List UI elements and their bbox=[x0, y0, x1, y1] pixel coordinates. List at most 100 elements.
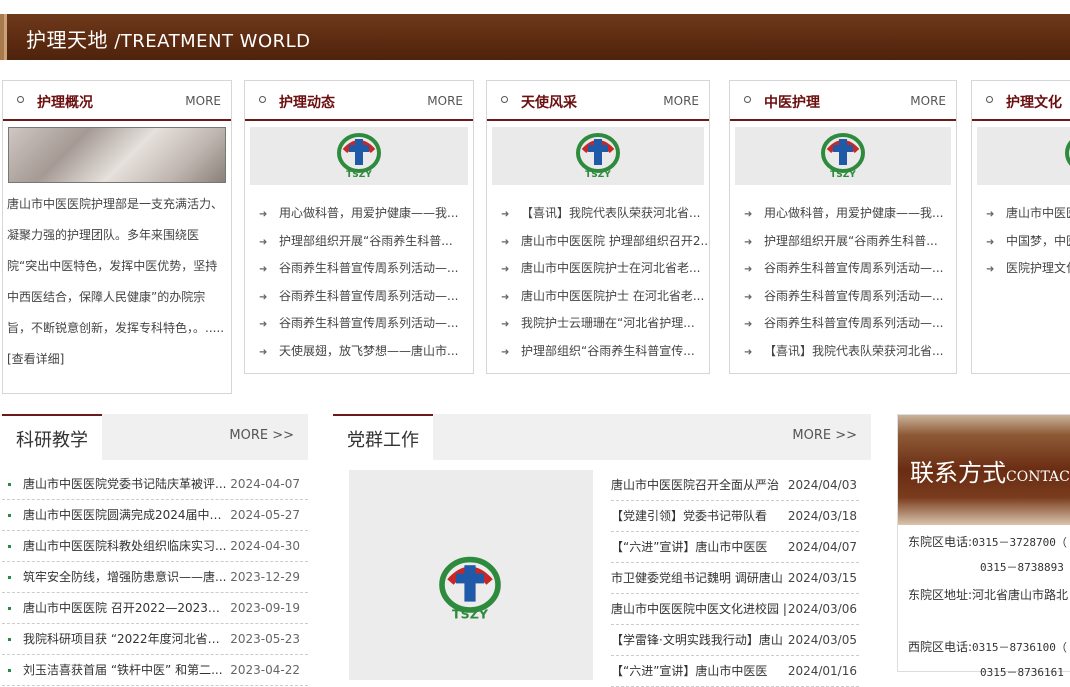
research-teaching-section: 科研教学 MORE >> 唐山市中医医院党委书记陆庆革被评... 2024-04-… bbox=[2, 414, 308, 686]
panel-header: 护理动态 MORE bbox=[245, 81, 473, 121]
svg-text:TSZY: TSZY bbox=[452, 606, 489, 621]
party-feature-image[interactable]: TSZY bbox=[349, 470, 593, 680]
news-row[interactable]: 唐山市中医医院 召开2022—2023年... 2023-09-19 bbox=[2, 593, 308, 624]
east-tel-row: 东院区电话:0315－3728700（ bbox=[908, 535, 1067, 549]
more-link[interactable]: MORE >> bbox=[792, 428, 857, 443]
list-item[interactable]: ➜ 谷雨养生科普宣传周系列活动—... bbox=[730, 310, 956, 338]
more-link[interactable]: MORE >> bbox=[229, 428, 294, 443]
list-item[interactable]: ➜医院护理文化 bbox=[972, 255, 1070, 283]
circle-bullet-icon bbox=[259, 96, 266, 103]
list-item[interactable]: ➜ 谷雨养生科普宣传周系列活动—... bbox=[245, 255, 473, 283]
party-work-section: 党群工作 MORE >> TSZY 唐山市中医医院召开全面从严治 2024/04/… bbox=[333, 414, 871, 687]
banner-title: 护理天地 /TREATMENT WORLD bbox=[26, 24, 311, 53]
list-item[interactable]: ➜ 谷雨养生科普宣传周系列活动—... bbox=[245, 310, 473, 338]
hospital-logo-area bbox=[977, 127, 1070, 185]
list-item[interactable]: ➜ 谷雨养生科普宣传周系列活动—... bbox=[730, 283, 956, 311]
banner-title-en: /TREATMENT WORLD bbox=[108, 31, 311, 52]
circle-bullet-icon bbox=[17, 96, 24, 103]
news-row[interactable]: 我院科研项目获 “2022年度河北省中... 2023-05-23 bbox=[2, 624, 308, 655]
news-row[interactable]: 唐山市中医医院召开全面从严治 2024/04/03 bbox=[611, 470, 859, 501]
overview-intro-text[interactable]: 唐山市中医医院护理部是一支充满活力、凝聚力强的护理团队。多年来围绕医院“突出中医… bbox=[3, 183, 231, 375]
more-link[interactable]: MORE bbox=[427, 94, 463, 108]
bullet-icon bbox=[8, 638, 11, 641]
news-row[interactable]: 唐山市中医医院党委书记陆庆革被评... 2024-04-07 bbox=[2, 469, 308, 500]
list-item[interactable]: ➜ 谷雨养生科普宣传周系列活动—... bbox=[245, 283, 473, 311]
contact-section: 联系方式CONTACT 东院区电话:0315－3728700（ 0315－873… bbox=[897, 414, 1070, 679]
section-banner: 护理天地 /TREATMENT WORLD bbox=[0, 14, 1070, 60]
list-item[interactable]: ➜ 【喜讯】我院代表队荣获河北省... bbox=[730, 338, 956, 366]
nursing-news-panel: 护理动态 MORE TSZY ➜ 用心做科普，用爱护健康——我... ➜ 护理部组织… bbox=[244, 80, 474, 374]
news-row[interactable]: 唐山市中医医院圆满完成2024届中医... 2024-05-27 bbox=[2, 500, 308, 531]
bullet-icon bbox=[8, 483, 11, 486]
list-item[interactable]: ➜ 【喜讯】我院代表队荣获河北省... bbox=[487, 200, 709, 228]
list-item[interactable]: ➜ 谷雨养生科普宣传周系列活动—... bbox=[730, 255, 956, 283]
panel-header: 天使风采 MORE bbox=[487, 81, 709, 121]
nursing-photo[interactable] bbox=[8, 127, 226, 183]
more-link[interactable]: MORE bbox=[910, 94, 946, 108]
news-row[interactable]: 【学雷锋·文明实践我行动】唐山 2024/03/05 bbox=[611, 625, 859, 656]
tszy-logo-icon: TSZY bbox=[337, 133, 381, 180]
nursing-culture-panel: 护理文化 ➜唐山市中医医院 ➜中国梦，中医 ➜医院护理文化 bbox=[971, 80, 1070, 374]
east-tel-row-2: 0315－8738893（ bbox=[980, 561, 1070, 574]
news-row[interactable]: 【“六进”宣讲】唐山市中医医 2024/04/07 bbox=[611, 532, 859, 563]
tab-research-teaching[interactable]: 科研教学 bbox=[2, 414, 102, 460]
tab-party-work[interactable]: 党群工作 bbox=[333, 414, 433, 460]
bullet-icon bbox=[8, 545, 11, 548]
news-row[interactable]: 筑牢安全防线，增强防患意识——唐... 2023-12-29 bbox=[2, 562, 308, 593]
panel-title: 天使风采 bbox=[521, 95, 577, 111]
circle-bullet-icon bbox=[744, 96, 751, 103]
west-tel-row-2: 0315－8736161（ bbox=[980, 666, 1070, 679]
tszy-logo-icon: TSZY bbox=[439, 556, 501, 621]
hospital-logo-area: TSZY bbox=[250, 127, 468, 185]
panel-title: 中医护理 bbox=[764, 95, 820, 111]
list-item[interactable]: ➜ 护理部组织开展“谷雨养生科普... bbox=[245, 228, 473, 256]
more-link[interactable]: MORE bbox=[663, 94, 699, 108]
list-item[interactable]: ➜ 天使展翅，放飞梦想——唐山市... bbox=[245, 338, 473, 366]
contact-banner: 联系方式CONTACT bbox=[898, 415, 1070, 525]
section-tabbar: 党群工作 MORE >> bbox=[333, 414, 871, 460]
news-row[interactable]: 刘玉洁喜获首届 “铁杆中医” 和第二... 2023-04-22 bbox=[2, 655, 308, 686]
list-item[interactable]: ➜ 唐山市中医医院 护理部组织召开2... bbox=[487, 228, 709, 256]
list-item[interactable]: ➜ 唐山市中医医院护士在河北省老... bbox=[487, 255, 709, 283]
panel-header: 护理文化 bbox=[972, 81, 1070, 121]
list-item[interactable]: ➜ 用心做科普，用爱护健康——我... bbox=[730, 200, 956, 228]
tszy-logo-icon: TSZY bbox=[576, 133, 620, 180]
bullet-icon bbox=[8, 607, 11, 610]
section-tabbar: 科研教学 MORE >> bbox=[2, 414, 308, 460]
angel-style-panel: 天使风采 MORE TSZY ➜ 【喜讯】我院代表队荣获河北省... ➜ 唐山市中医… bbox=[486, 80, 710, 374]
list-item[interactable]: ➜ 护理部组织开展“谷雨养生科普... bbox=[730, 228, 956, 256]
circle-bullet-icon bbox=[986, 96, 993, 103]
panel-title: 护理动态 bbox=[279, 95, 335, 111]
news-row[interactable]: 唐山市中医医院中医文化进校园 | 2024/03/06 bbox=[611, 594, 859, 625]
hospital-logo-area: TSZY bbox=[735, 127, 951, 185]
news-row[interactable]: 唐山市中医医院科教处组织临床实习... 2024-04-30 bbox=[2, 531, 308, 562]
news-row[interactable]: 市卫健委党组书记魏明 调研唐山 2024/03/15 bbox=[611, 563, 859, 594]
bullet-icon bbox=[8, 576, 11, 579]
list-item[interactable]: ➜ 用心做科普，用爱护健康——我... bbox=[245, 200, 473, 228]
banner-title-cn: 护理天地 bbox=[26, 28, 108, 52]
news-row[interactable]: 【党建引领】党委书记带队看 2024/03/18 bbox=[611, 501, 859, 532]
west-tel-row: 西院区电话:0315－8736100（ bbox=[908, 640, 1067, 654]
nursing-overview-panel: 护理概况 MORE 唐山市中医医院护理部是一支充满活力、凝聚力强的护理团队。多年… bbox=[2, 80, 232, 394]
list-item[interactable]: ➜ 护理部组织“谷雨养生科普宣传... bbox=[487, 338, 709, 366]
list-item[interactable]: ➜ 我院护士云珊珊在“河北省护理... bbox=[487, 310, 709, 338]
svg-text:TSZY: TSZY bbox=[585, 170, 611, 180]
contact-title: 联系方式CONTACT bbox=[910, 459, 1070, 487]
panel-title: 护理文化 bbox=[1006, 95, 1062, 111]
panel-header: 中医护理 MORE bbox=[730, 81, 956, 121]
more-link[interactable]: MORE bbox=[185, 94, 221, 108]
tcm-nursing-panel: 中医护理 MORE TSZY ➜ 用心做科普，用爱护健康——我... ➜ 护理部组织… bbox=[729, 80, 957, 374]
list-item[interactable]: ➜唐山市中医医院 bbox=[972, 200, 1070, 228]
svg-text:TSZY: TSZY bbox=[830, 170, 856, 180]
tszy-logo-icon bbox=[1065, 140, 1070, 166]
bullet-icon bbox=[8, 514, 11, 517]
panel-title: 护理概况 bbox=[37, 95, 93, 111]
list-item[interactable]: ➜ 唐山市中医医院护士 在河北省老... bbox=[487, 283, 709, 311]
tszy-logo-icon: TSZY bbox=[821, 133, 865, 180]
east-address-row: 东院区地址:河北省唐山市路北 bbox=[908, 588, 1069, 602]
circle-bullet-icon bbox=[501, 96, 508, 103]
svg-text:TSZY: TSZY bbox=[346, 170, 372, 180]
hospital-logo-area: TSZY bbox=[492, 127, 704, 185]
panel-header: 护理概况 MORE bbox=[3, 81, 231, 121]
list-item[interactable]: ➜中国梦，中医 bbox=[972, 228, 1070, 256]
